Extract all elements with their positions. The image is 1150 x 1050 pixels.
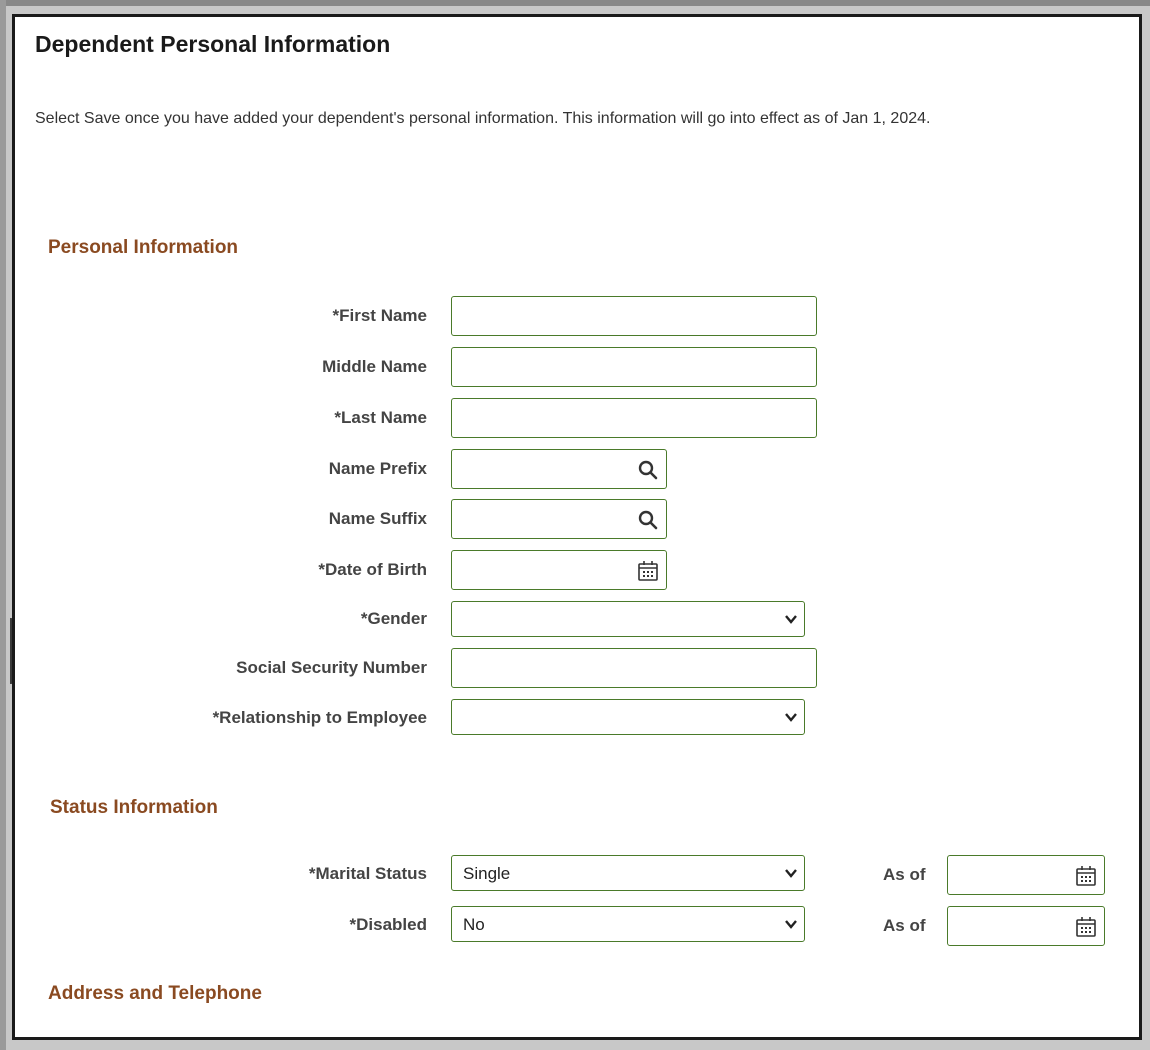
dob-field: [451, 550, 667, 590]
disabled-as-of-field: [947, 906, 1105, 946]
window-top-edge: [0, 0, 1150, 6]
disabled-label: *Disabled: [349, 915, 427, 934]
marital-status-select[interactable]: Single: [451, 855, 805, 891]
first-name-field: [451, 296, 817, 336]
chevron-down-icon: [785, 615, 797, 624]
name-prefix-field: [451, 449, 667, 489]
chevron-down-icon: [785, 869, 797, 878]
relationship-select[interactable]: [451, 699, 805, 735]
marital-status-value: Single: [463, 864, 511, 883]
last-name-field: [451, 398, 817, 438]
intro-text: Select Save once you have added your dep…: [35, 110, 931, 127]
first-name-label: *First Name: [332, 306, 427, 325]
gender-select[interactable]: [451, 601, 805, 637]
calendar-icon[interactable]: [636, 559, 660, 583]
marital-as-of-label: As of: [883, 865, 926, 884]
name-suffix-input[interactable]: [452, 500, 666, 538]
marital-as-of-field: [947, 855, 1105, 895]
search-icon[interactable]: [636, 458, 660, 482]
ssn-label: Social Security Number: [236, 658, 427, 677]
name-suffix-label: Name Suffix: [328, 509, 427, 528]
status-info-heading: Status Information: [50, 797, 218, 818]
disabled-value: No: [463, 915, 485, 934]
disabled-select[interactable]: No: [451, 906, 805, 942]
personal-info-heading: Personal Information: [48, 237, 239, 258]
marital-status-label: *Marital Status: [308, 864, 427, 883]
search-icon[interactable]: [636, 508, 660, 532]
ssn-field: [451, 648, 817, 688]
middle-name-field: [451, 347, 817, 387]
dob-input[interactable]: [452, 551, 666, 589]
ssn-input[interactable]: [452, 649, 816, 687]
chevron-down-icon: [785, 713, 797, 722]
calendar-icon[interactable]: [1074, 864, 1098, 888]
middle-name-label: Middle Name: [322, 357, 427, 376]
last-name-label: *Last Name: [334, 408, 427, 427]
window-left-edge: [0, 0, 6, 1050]
relationship-label: *Relationship to Employee: [212, 708, 427, 727]
name-prefix-label: Name Prefix: [328, 459, 427, 478]
middle-name-input[interactable]: [452, 348, 816, 386]
disabled-as-of-label: As of: [883, 916, 926, 935]
gender-label: *Gender: [360, 609, 427, 628]
name-suffix-field: [451, 499, 667, 539]
chevron-down-icon: [785, 920, 797, 929]
dependent-info-panel: Dependent Personal Information Select Sa…: [12, 14, 1142, 1040]
calendar-icon[interactable]: [1074, 915, 1098, 939]
page-title: Dependent Personal Information: [35, 31, 391, 57]
dob-label: *Date of Birth: [318, 560, 427, 579]
first-name-input[interactable]: [452, 297, 816, 335]
address-telephone-heading: Address and Telephone: [48, 983, 262, 1004]
name-prefix-input[interactable]: [452, 450, 666, 488]
last-name-input[interactable]: [452, 399, 816, 437]
